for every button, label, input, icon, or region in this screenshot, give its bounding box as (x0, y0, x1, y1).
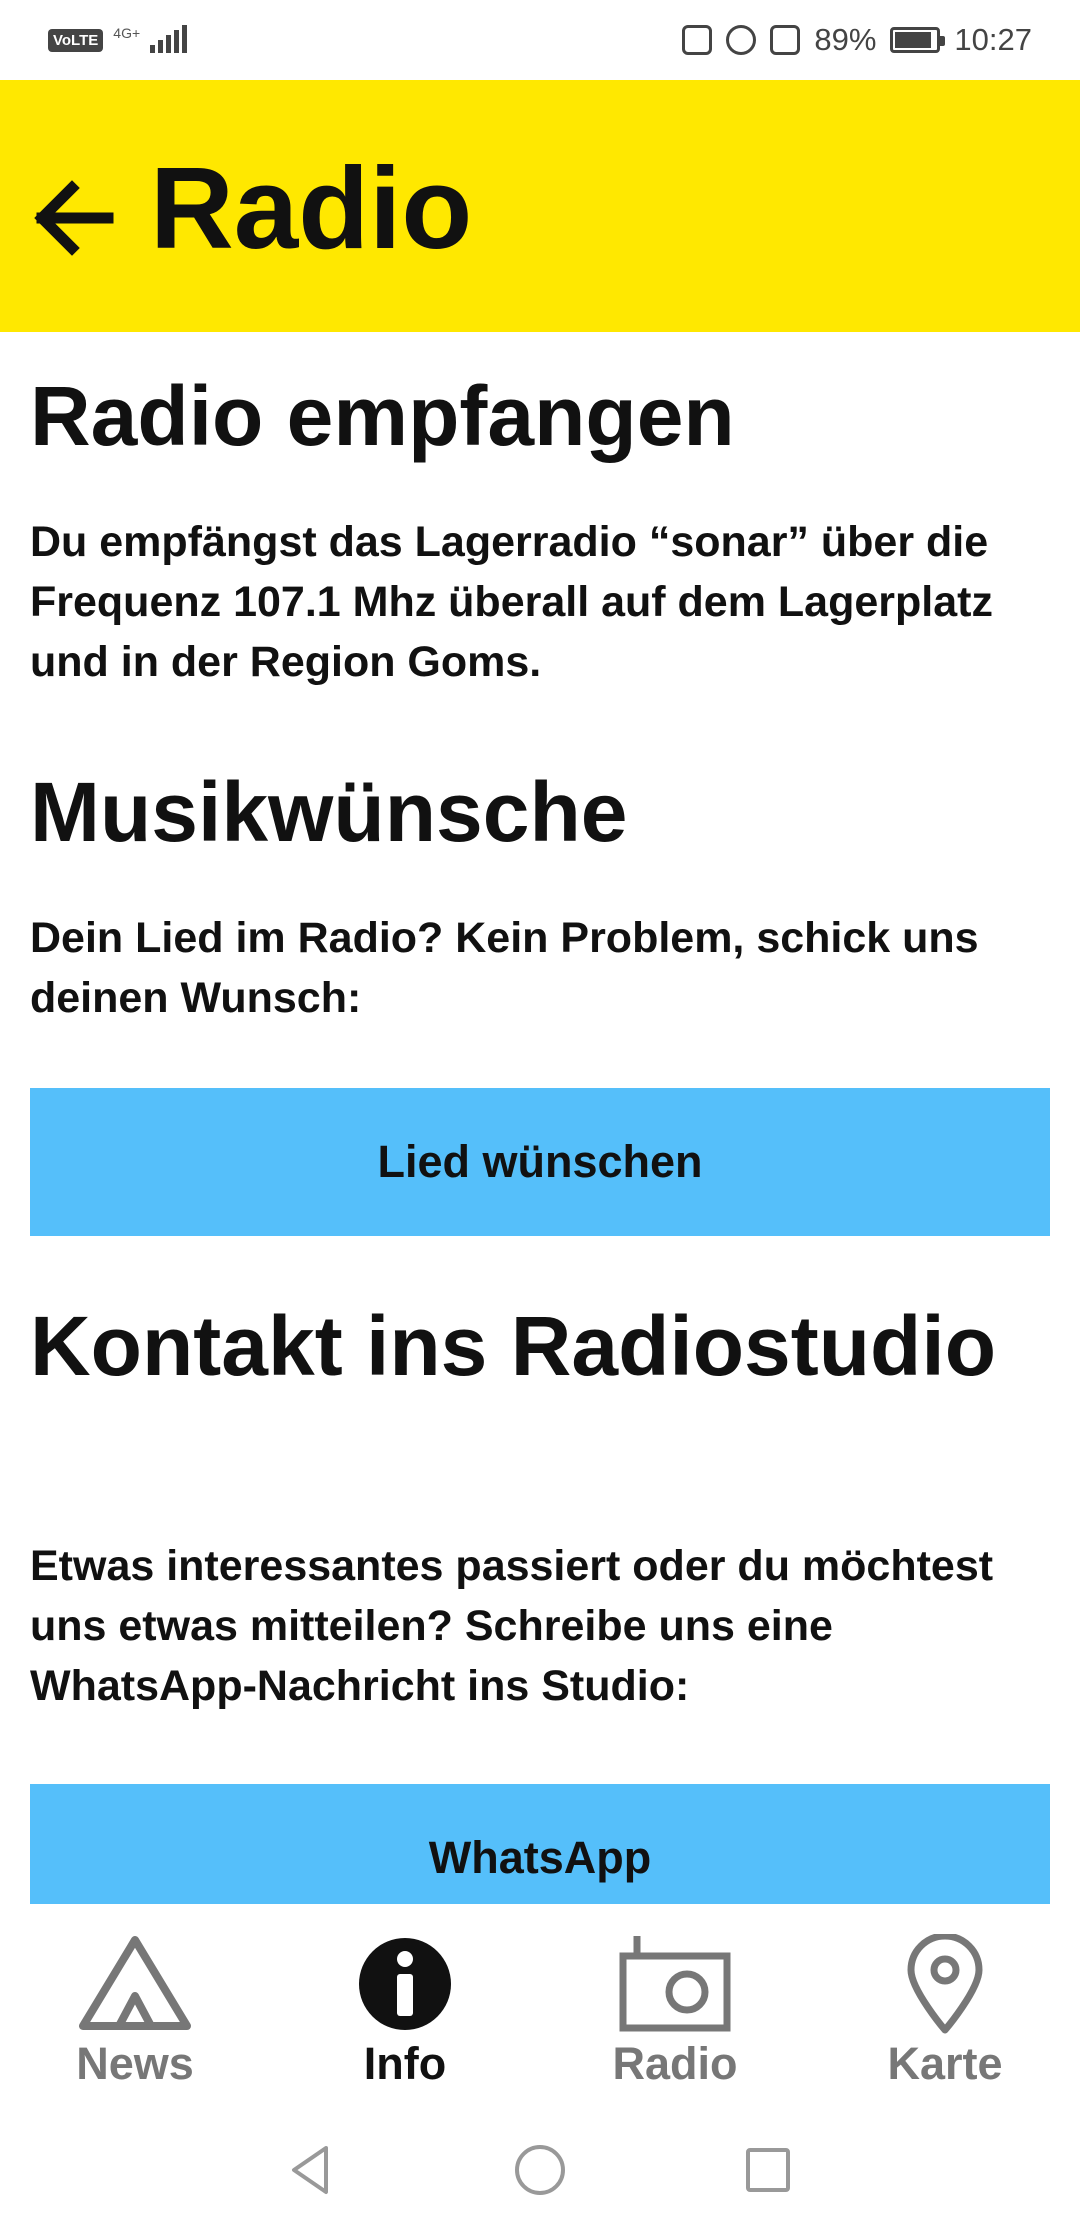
page-title: Radio (150, 143, 473, 273)
whatsapp-button[interactable]: WhatsApp (30, 1784, 1050, 1904)
radio-icon (615, 1934, 735, 2034)
nav-item-radio[interactable]: Radio (540, 1904, 810, 2104)
app-bar: Radio (0, 80, 1080, 332)
status-left: VoLTE 4G+ (48, 20, 188, 60)
nav-item-karte[interactable]: Karte (810, 1904, 1080, 2104)
battery-icon (890, 27, 946, 53)
arrow-left-icon[interactable] (32, 176, 116, 260)
system-nav-bar (0, 2104, 1080, 2240)
battery-fill (895, 32, 932, 48)
map-pin-icon (885, 1934, 1005, 2034)
status-bar: VoLTE 4G+ 89% 10:27 (0, 0, 1080, 80)
request-song-button[interactable]: Lied wünschen (30, 1088, 1050, 1236)
battery-percent: 89% (814, 22, 877, 57)
content-scroll[interactable]: Radio empfangen Du empfängst das Lagerra… (0, 332, 1080, 1904)
alarm-icon (726, 25, 757, 55)
nav-item-news[interactable]: News (0, 1904, 270, 2104)
section-text-music: Dein Lied im Radio? Kein Problem, schick… (30, 914, 979, 1022)
bottom-nav: News Info Radio Karte (0, 1904, 1080, 2104)
nav-label-karte: Karte (887, 2038, 1003, 2089)
tent-icon (75, 1934, 195, 2034)
clock: 10:27 (954, 22, 1032, 57)
info-icon (345, 1934, 465, 2034)
home-circle-icon[interactable] (510, 2140, 570, 2200)
section-heading-contact: Kontakt ins Radiostudio (30, 1299, 996, 1393)
recents-square-icon[interactable] (738, 2140, 798, 2200)
nav-label-radio: Radio (612, 2038, 738, 2089)
signal-icon (150, 25, 188, 53)
nfc-icon (682, 25, 713, 55)
network-type: 4G+ (113, 25, 141, 41)
nav-label-news: News (76, 2038, 194, 2089)
nav-label-info: Info (363, 2038, 447, 2089)
vibrate-icon (770, 25, 801, 55)
section-text-radio: Du empfängst das Lagerradio “sonar” über… (30, 518, 993, 686)
volte-badge: VoLTE (48, 28, 104, 52)
back-triangle-icon[interactable] (282, 2140, 342, 2200)
status-right: 89% 10:27 (682, 18, 1032, 62)
section-text-contact: Etwas interessantes passiert oder du möc… (30, 1542, 994, 1710)
nav-item-info[interactable]: Info (270, 1904, 540, 2104)
section-heading-music: Musikwünsche (30, 765, 628, 859)
section-heading-radio: Radio empfangen (30, 369, 735, 463)
